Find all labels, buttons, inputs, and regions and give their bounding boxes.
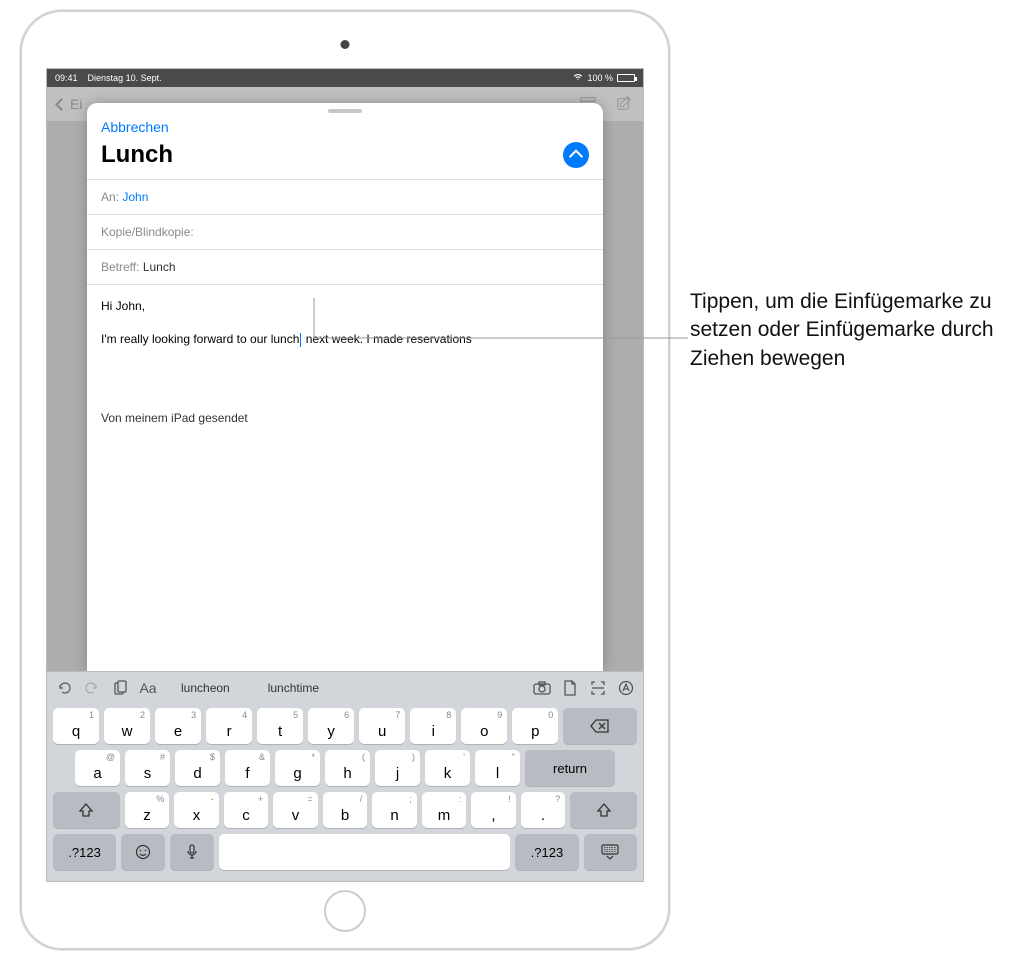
- key-f[interactable]: f&: [225, 750, 270, 786]
- key-m[interactable]: m:: [422, 792, 467, 828]
- key-z[interactable]: z%: [125, 792, 170, 828]
- key-l[interactable]: l": [475, 750, 520, 786]
- key-u[interactable]: u7: [359, 708, 405, 744]
- key-e[interactable]: e3: [155, 708, 201, 744]
- keyboard-row-4: .?123 .?123: [53, 834, 637, 870]
- redo-icon[interactable]: [83, 679, 101, 697]
- key-h[interactable]: h(: [325, 750, 370, 786]
- key-emoji[interactable]: [121, 834, 165, 870]
- text-format-button[interactable]: Aa: [139, 679, 157, 697]
- key-numbers-right[interactable]: .?123: [515, 834, 578, 870]
- key-w[interactable]: w2: [104, 708, 150, 744]
- keyboard-row-1: q1w2e3r4t5y6u7i8o9p0: [53, 708, 637, 744]
- key-p[interactable]: p0: [512, 708, 558, 744]
- key-dictation[interactable]: [170, 834, 214, 870]
- markup-icon[interactable]: [617, 679, 635, 697]
- undo-icon[interactable]: [55, 679, 73, 697]
- key-shift-left[interactable]: [53, 792, 120, 828]
- key-s[interactable]: s#: [125, 750, 170, 786]
- keyboard-row-3: z%x-c+v=b/n;m:,!.?: [53, 792, 637, 828]
- annotation-callout: Tippen, um die Einfügemarke zu setzen od…: [690, 288, 1020, 373]
- key-x[interactable]: x-: [174, 792, 219, 828]
- key-dismiss-keyboard[interactable]: [584, 834, 637, 870]
- key-numbers-left[interactable]: .?123: [53, 834, 116, 870]
- key-r[interactable]: r4: [206, 708, 252, 744]
- key-q[interactable]: q1: [53, 708, 99, 744]
- suggestion-2[interactable]: lunchtime: [254, 681, 333, 695]
- clipboard-icon[interactable]: [111, 679, 129, 697]
- key-a[interactable]: a@: [75, 750, 120, 786]
- key-g[interactable]: g*: [275, 750, 320, 786]
- document-icon[interactable]: [561, 679, 579, 697]
- home-button[interactable]: [324, 890, 366, 932]
- scan-icon[interactable]: [589, 679, 607, 697]
- key-k[interactable]: k': [425, 750, 470, 786]
- keyboard-toolbar: Aa luncheon lunchtime: [47, 672, 643, 704]
- key-.[interactable]: .?: [521, 792, 566, 828]
- key-shift-right[interactable]: [570, 792, 637, 828]
- onscreen-keyboard: Aa luncheon lunchtime q1w2e3r4t5y6u7i8o9…: [47, 671, 643, 881]
- key-space[interactable]: [219, 834, 511, 870]
- suggestion-1[interactable]: luncheon: [167, 681, 244, 695]
- key-i[interactable]: i8: [410, 708, 456, 744]
- key-j[interactable]: j): [375, 750, 420, 786]
- keyboard-row-2: a@s#d$f&g*h(j)k'l"return: [53, 750, 637, 786]
- camera-icon[interactable]: [533, 679, 551, 697]
- key-y[interactable]: y6: [308, 708, 354, 744]
- key-return[interactable]: return: [525, 750, 615, 786]
- key-o[interactable]: o9: [461, 708, 507, 744]
- key-b[interactable]: b/: [323, 792, 368, 828]
- key-,[interactable]: ,!: [471, 792, 516, 828]
- key-c[interactable]: c+: [224, 792, 269, 828]
- key-d[interactable]: d$: [175, 750, 220, 786]
- key-n[interactable]: n;: [372, 792, 417, 828]
- key-t[interactable]: t5: [257, 708, 303, 744]
- key-v[interactable]: v=: [273, 792, 318, 828]
- key-delete[interactable]: [563, 708, 637, 744]
- signature-text: Von meinem iPad gesendet: [101, 409, 589, 428]
